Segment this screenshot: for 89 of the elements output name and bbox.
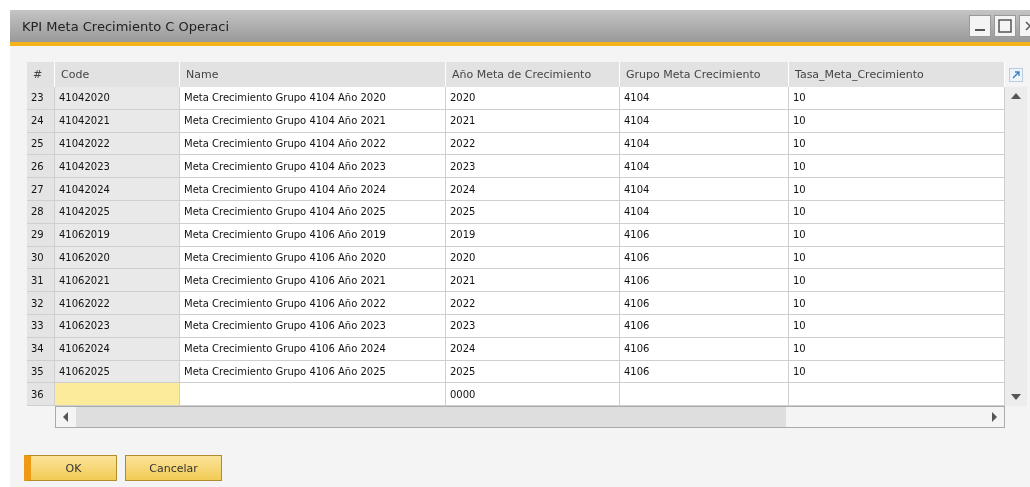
table-cell[interactable]: Meta Crecimiento Grupo 4104 Año 2023: [180, 155, 446, 179]
window-title: KPI Meta Crecimiento C Operaci: [22, 18, 231, 34]
table-cell[interactable]: 2019: [446, 223, 620, 247]
table-cell[interactable]: 10: [789, 87, 1005, 110]
table-cell[interactable]: 4106: [620, 223, 789, 247]
row-number: 32: [27, 292, 55, 315]
table-cell[interactable]: 4104: [620, 178, 789, 201]
row-number: 31: [27, 269, 55, 293]
table-cell[interactable]: 10: [789, 109, 1005, 133]
table-cell[interactable]: 2022: [446, 292, 620, 315]
column-header[interactable]: #: [27, 62, 55, 87]
table-cell[interactable]: 2025: [446, 201, 620, 224]
table-cell[interactable]: 41042020: [55, 87, 180, 110]
table-cell[interactable]: 41062020: [55, 246, 180, 270]
table-cell[interactable]: Meta Crecimiento Grupo 4106 Año 2020: [180, 246, 446, 270]
table-cell[interactable]: 10: [789, 201, 1005, 224]
table-cell[interactable]: Meta Crecimiento Grupo 4104 Año 2022: [180, 132, 446, 156]
row-number: 36: [27, 383, 55, 407]
table-cell[interactable]: 4106: [620, 314, 789, 338]
row-number: 25: [27, 132, 55, 156]
table-cell[interactable]: 10: [789, 292, 1005, 315]
cancel-button[interactable]: Cancelar: [125, 455, 222, 482]
table-cell[interactable]: 4106: [620, 269, 789, 293]
column-header[interactable]: Name: [180, 62, 446, 87]
table-cell[interactable]: 41062019: [55, 223, 180, 247]
table-cell[interactable]: 4104: [620, 201, 789, 224]
table-cell[interactable]: Meta Crecimiento Grupo 4106 Año 2019: [180, 223, 446, 247]
table-cell[interactable]: 2020: [446, 246, 620, 270]
table-cell[interactable]: 4104: [620, 155, 789, 179]
table-cell[interactable]: 41042021: [55, 109, 180, 133]
table-cell[interactable]: 0000: [446, 383, 620, 407]
table-cell[interactable]: 2024: [446, 337, 620, 361]
table-cell[interactable]: 41042023: [55, 155, 180, 179]
table-cell[interactable]: Meta Crecimiento Grupo 4104 Año 2025: [180, 201, 446, 224]
table-cell[interactable]: Meta Crecimiento Grupo 4106 Año 2022: [180, 292, 446, 315]
table-cell[interactable]: Meta Crecimiento Grupo 4106 Año 2023: [180, 314, 446, 338]
table-cell[interactable]: 10: [789, 246, 1005, 270]
table-cell[interactable]: Meta Crecimiento Grupo 4106 Año 2024: [180, 337, 446, 361]
row-number: 29: [27, 223, 55, 247]
table-cell[interactable]: 10: [789, 178, 1005, 201]
row-number: 33: [27, 314, 55, 338]
table-cell[interactable]: 10: [789, 314, 1005, 338]
table-cell[interactable]: 41062021: [55, 269, 180, 293]
row-number: 28: [27, 201, 55, 224]
table-cell[interactable]: Meta Crecimiento Grupo 4104 Año 2021: [180, 109, 446, 133]
row-number: 24: [27, 109, 55, 133]
table-cell[interactable]: 2021: [446, 269, 620, 293]
table-cell[interactable]: 10: [789, 269, 1005, 293]
table-cell[interactable]: 4104: [620, 109, 789, 133]
table-cell[interactable]: 4104: [620, 87, 789, 110]
table-cell[interactable]: 10: [789, 132, 1005, 156]
table-cell[interactable]: 4106: [620, 246, 789, 270]
table-cell[interactable]: 41062024: [55, 337, 180, 361]
column-header[interactable]: Tasa_Meta_Crecimiento: [789, 62, 1005, 87]
table-cell[interactable]: 2025: [446, 360, 620, 384]
row-number: 23: [27, 87, 55, 110]
table-cell[interactable]: 4106: [620, 360, 789, 384]
row-number: 34: [27, 337, 55, 361]
table-cell[interactable]: Meta Crecimiento Grupo 4104 Año 2024: [180, 178, 446, 201]
table-cell[interactable]: Meta Crecimiento Grupo 4104 Año 2020: [180, 87, 446, 110]
table-cell[interactable]: 41062022: [55, 292, 180, 315]
table-cell[interactable]: 2022: [446, 132, 620, 156]
table-cell[interactable]: 4106: [620, 337, 789, 361]
ok-button[interactable]: OK: [24, 455, 117, 482]
row-number: 26: [27, 155, 55, 179]
table-cell[interactable]: 10: [789, 155, 1005, 179]
table-cell[interactable]: 2021: [446, 109, 620, 133]
table-cell[interactable]: Meta Crecimiento Grupo 4106 Año 2025: [180, 360, 446, 384]
table-cell[interactable]: 2023: [446, 155, 620, 179]
table-cell[interactable]: 2024: [446, 178, 620, 201]
row-number: 27: [27, 178, 55, 201]
table-cell[interactable]: 2020: [446, 87, 620, 110]
table-cell[interactable]: 41062023: [55, 314, 180, 338]
table-cell[interactable]: 2023: [446, 314, 620, 338]
column-header[interactable]: Grupo Meta Crecimiento: [620, 62, 789, 87]
table-cell[interactable]: 41042024: [55, 178, 180, 201]
table-cell[interactable]: 4104: [620, 132, 789, 156]
table-cell[interactable]: 10: [789, 223, 1005, 247]
table-cell[interactable]: 41042022: [55, 132, 180, 156]
row-number: 35: [27, 360, 55, 384]
table-cell[interactable]: 4106: [620, 292, 789, 315]
column-header[interactable]: Code: [55, 62, 180, 87]
column-header[interactable]: Año Meta de Crecimiento: [446, 62, 620, 87]
table-cell[interactable]: Meta Crecimiento Grupo 4106 Año 2021: [180, 269, 446, 293]
table-cell[interactable]: 10: [789, 337, 1005, 361]
table-cell[interactable]: 41062025: [55, 360, 180, 384]
table-cell[interactable]: 10: [789, 360, 1005, 384]
row-number: 30: [27, 246, 55, 270]
table-cell[interactable]: 41042025: [55, 201, 180, 224]
